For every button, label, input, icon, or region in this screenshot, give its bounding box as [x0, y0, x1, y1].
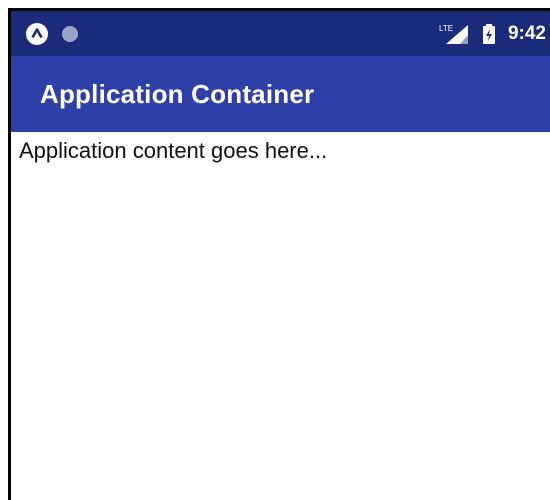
dot-notification-icon — [62, 25, 78, 42]
battery-icon — [482, 23, 495, 44]
signal-icon: LTE — [439, 24, 468, 44]
app-bar: Application Container — [11, 56, 550, 132]
status-clock: 9:42 — [507, 22, 546, 44]
device-screen: LTE 9:42 Application Container Applicati… — [8, 8, 550, 500]
status-bar: LTE 9:42 — [11, 11, 550, 56]
status-bar-right: LTE 9:42 — [438, 23, 546, 45]
network-type-label: LTE — [439, 24, 453, 33]
app-notification-icon — [26, 22, 48, 45]
content-text: Application content goes here... — [19, 138, 328, 163]
app-title: Application Container — [40, 78, 315, 109]
main-content: Application content goes here... — [11, 132, 550, 170]
status-bar-left — [25, 22, 79, 46]
